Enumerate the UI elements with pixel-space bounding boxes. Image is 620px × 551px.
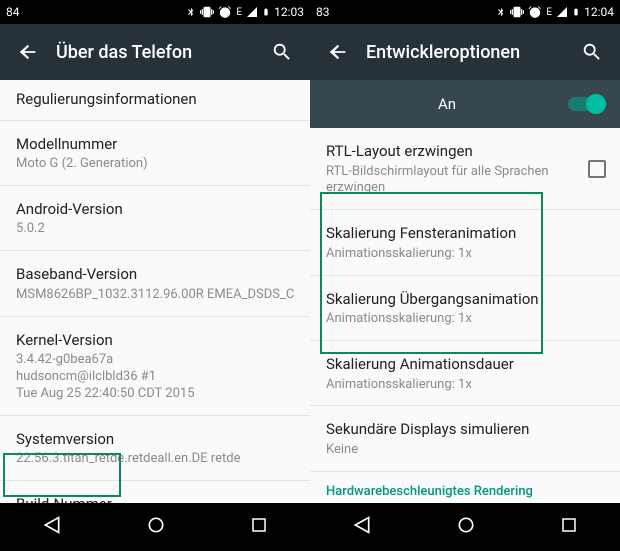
- settings-list[interactable]: Regulierungsinformationen Modellnummer M…: [0, 80, 310, 503]
- network-type: E: [546, 7, 552, 18]
- status-icons: E 12:04: [496, 5, 614, 19]
- master-switch-toggle[interactable]: [568, 97, 604, 111]
- battery-percent: 83: [316, 5, 330, 19]
- item-simulate-secondary-displays[interactable]: Sekundäre Displays simulieren Keine: [310, 406, 620, 471]
- item-transition-animation-scale[interactable]: Skalierung Übergangsanimation Animations…: [310, 276, 620, 341]
- item-model-number[interactable]: Modellnummer Moto G (2. Generation): [0, 121, 310, 186]
- master-switch-bar: An: [310, 80, 620, 128]
- page-title: Entwickleroptionen: [358, 42, 572, 63]
- item-build-number[interactable]: Build-Nummer LXB22.99-16.3: [0, 481, 310, 503]
- status-bar: 83 E 12:04: [310, 0, 620, 24]
- section-hardware-rendering: Hardwarebeschleunigtes Rendering: [310, 472, 620, 503]
- checkbox[interactable]: [588, 160, 606, 178]
- signal-icon: [246, 6, 258, 18]
- battery-icon: [572, 5, 580, 19]
- screen-developer-options: 83 E 12:04 Entwickleroptionen An RTL-Lay…: [310, 0, 620, 551]
- nav-back-button[interactable]: [352, 515, 372, 539]
- search-button[interactable]: [572, 32, 612, 72]
- clock-time: 12:03: [274, 5, 304, 19]
- signal-icon: [556, 6, 568, 18]
- item-animator-duration-scale[interactable]: Skalierung Animationsdauer Animationsska…: [310, 341, 620, 406]
- item-kernel-version[interactable]: Kernel-Version 3.4.42-g0bea67a hudsoncm@…: [0, 317, 310, 416]
- item-window-animation-scale[interactable]: Skalierung Fensteranimation Animationssk…: [310, 210, 620, 275]
- item-rtl-layout[interactable]: RTL-Layout erzwingen RTL-Bildschirmlayou…: [310, 128, 620, 210]
- item-regulatory[interactable]: Regulierungsinformationen: [0, 80, 310, 121]
- screen-about-phone: 84 E 12:03 Über das Telefon Regulierungs…: [0, 0, 310, 551]
- network-type: E: [236, 7, 242, 18]
- app-bar: Über das Telefon: [0, 24, 310, 80]
- nav-recents-button[interactable]: [560, 516, 578, 538]
- search-button[interactable]: [262, 32, 302, 72]
- nav-back-button[interactable]: [42, 515, 62, 539]
- app-bar: Entwickleroptionen: [310, 24, 620, 80]
- master-switch-label: An: [326, 95, 568, 113]
- alarm-icon: [528, 5, 542, 19]
- nav-recents-button[interactable]: [250, 516, 268, 538]
- back-button[interactable]: [318, 32, 358, 72]
- battery-icon: [262, 5, 270, 19]
- bluetooth-icon: [496, 5, 506, 19]
- page-title: Über das Telefon: [48, 42, 262, 63]
- nav-home-button[interactable]: [146, 515, 166, 539]
- item-baseband-version[interactable]: Baseband-Version MSM8626BP_1032.3112.96.…: [0, 251, 310, 316]
- battery-percent: 84: [6, 5, 20, 19]
- clock-time: 12:04: [584, 5, 614, 19]
- settings-list[interactable]: RTL-Layout erzwingen RTL-Bildschirmlayou…: [310, 128, 620, 503]
- nav-bar: [310, 503, 620, 551]
- nav-bar: [0, 503, 310, 551]
- alarm-icon: [218, 5, 232, 19]
- vibrate-icon: [200, 5, 214, 19]
- back-button[interactable]: [8, 32, 48, 72]
- status-bar: 84 E 12:03: [0, 0, 310, 24]
- item-system-version[interactable]: Systemversion 22.56.3.titan_retde.retdea…: [0, 416, 310, 481]
- status-icons: E 12:03: [186, 5, 304, 19]
- vibrate-icon: [510, 5, 524, 19]
- nav-home-button[interactable]: [456, 515, 476, 539]
- bluetooth-icon: [186, 5, 196, 19]
- item-android-version[interactable]: Android-Version 5.0.2: [0, 186, 310, 251]
